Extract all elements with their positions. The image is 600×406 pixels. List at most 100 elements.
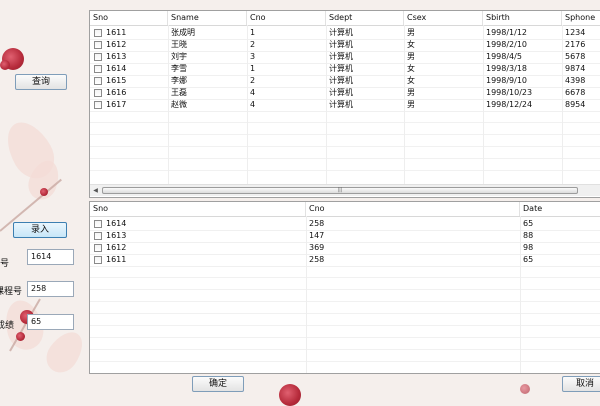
table-cell: 女 [407,40,415,49]
table-cell: 女 [407,76,415,85]
table-cell: 1998/3/18 [486,64,528,73]
cancel-button[interactable]: 取消 [562,376,600,392]
row-checkbox[interactable] [94,29,102,37]
table-cell: 1 [250,28,256,37]
table-cell: 1998/10/23 [486,88,533,97]
table-cell: 88 [523,231,534,240]
score-field[interactable]: 65 [27,314,74,330]
score-table-header: Sno Cno Date [90,202,600,217]
blossom-icon [2,48,24,70]
table-cell: 计算机 [329,64,353,73]
table-cell: 计算机 [329,100,353,109]
table-cell: 计算机 [329,76,353,85]
table-cell: 1998/9/10 [486,76,528,85]
table-cell: 9874 [565,64,586,73]
row-checkbox[interactable] [94,41,102,49]
column-header-csex[interactable]: Csex [404,11,483,25]
row-checkbox[interactable] [94,244,102,252]
row-checkbox[interactable] [94,53,102,61]
table-cell: 2176 [565,40,586,49]
column-header-sbirth[interactable]: Sbirth [483,11,562,25]
table-cell: 1611 [106,28,127,37]
table-cell: 6678 [565,88,586,97]
table-cell: 5678 [565,52,586,61]
table-cell: 赵微 [171,100,187,109]
table-row[interactable]: 1611 258 65 [90,254,600,267]
table-cell: 65 [523,219,534,228]
table-cell: 1611 [106,255,127,264]
table-cell: 4398 [565,76,586,85]
table-cell: 计算机 [329,88,353,97]
score-label: 成绩 [0,321,14,331]
table-cell: 1 [250,64,256,73]
table-cell: 1998/2/10 [486,40,528,49]
student-table[interactable]: Sno Sname Cno Sdept Csex Sbirth Sphone 1… [89,10,600,198]
row-checkbox[interactable] [94,256,102,264]
table-cell: 1616 [106,88,127,97]
student-table-scrollbar[interactable]: ◀ ||| [90,184,600,196]
table-cell: 王磊 [171,88,187,97]
table-cell: 李雪 [171,64,187,73]
table-cell: 男 [407,52,415,61]
row-checkbox[interactable] [94,77,102,85]
table-cell: 1612 [106,243,127,252]
column-header-cno[interactable]: Cno [247,11,326,25]
table-cell: 1998/4/5 [486,52,522,61]
table-cell: 王晓 [171,40,187,49]
table-row[interactable]: 1617 赵微 4 计算机 男 1998/12/24 8954 [90,99,600,112]
table-cell: 147 [309,231,325,240]
table-cell: 男 [407,28,415,37]
table-cell: 8954 [565,100,586,109]
table-cell: 2 [250,40,256,49]
table-cell: 1614 [106,64,127,73]
score-table[interactable]: Sno Cno Date 1614 258 65 1613 147 88 1612 369 98… [89,201,600,374]
table-cell: 4 [250,88,256,97]
table-cell: 1998/12/24 [486,100,533,109]
table-cell: 258 [309,219,325,228]
table-cell: 1998/1/12 [486,28,528,37]
course-id-label: 课程号 [0,287,22,297]
table-cell: 1617 [106,100,127,109]
enter-button[interactable]: 录入 [13,222,67,238]
row-checkbox[interactable] [94,220,102,228]
column-header-sno[interactable]: Sno [90,202,306,216]
table-cell: 4 [250,100,256,109]
table-cell: 258 [309,255,325,264]
column-header-date[interactable]: Date [520,202,600,216]
table-cell: 张成明 [171,28,195,37]
student-table-header: Sno Sname Cno Sdept Csex Sbirth Sphone [90,11,600,26]
table-cell: 3 [250,52,256,61]
table-cell: 65 [523,255,534,264]
column-header-sdept[interactable]: Sdept [326,11,404,25]
table-cell: 刘宇 [171,52,187,61]
row-checkbox[interactable] [94,65,102,73]
column-header-sphone[interactable]: Sphone [562,11,600,25]
table-cell: 女 [407,64,415,73]
table-cell: 1615 [106,76,127,85]
student-id-label: 号 [0,259,10,269]
table-cell: 1613 [106,52,127,61]
confirm-button[interactable]: 确定 [192,376,244,392]
table-cell: 2 [250,76,256,85]
row-checkbox[interactable] [94,232,102,240]
query-button[interactable]: 查询 [15,74,67,90]
student-id-field[interactable]: 1614 [27,249,74,265]
table-cell: 1234 [565,28,586,37]
table-cell: 98 [523,243,534,252]
table-cell: 李娜 [171,76,187,85]
row-checkbox[interactable] [94,101,102,109]
column-header-sname[interactable]: Sname [168,11,247,25]
table-cell: 计算机 [329,52,353,61]
row-checkbox[interactable] [94,89,102,97]
course-id-field[interactable]: 258 [27,281,74,297]
table-cell: 计算机 [329,28,353,37]
column-header-cno[interactable]: Cno [306,202,520,216]
grip-icon[interactable]: ||| [102,187,578,194]
table-cell: 1613 [106,231,127,240]
table-cell: 男 [407,88,415,97]
table-cell: 1614 [106,219,127,228]
table-cell: 369 [309,243,325,252]
column-header-sno[interactable]: Sno [90,11,168,25]
table-cell: 男 [407,100,415,109]
arrow-left-icon[interactable]: ◀ [90,185,101,196]
